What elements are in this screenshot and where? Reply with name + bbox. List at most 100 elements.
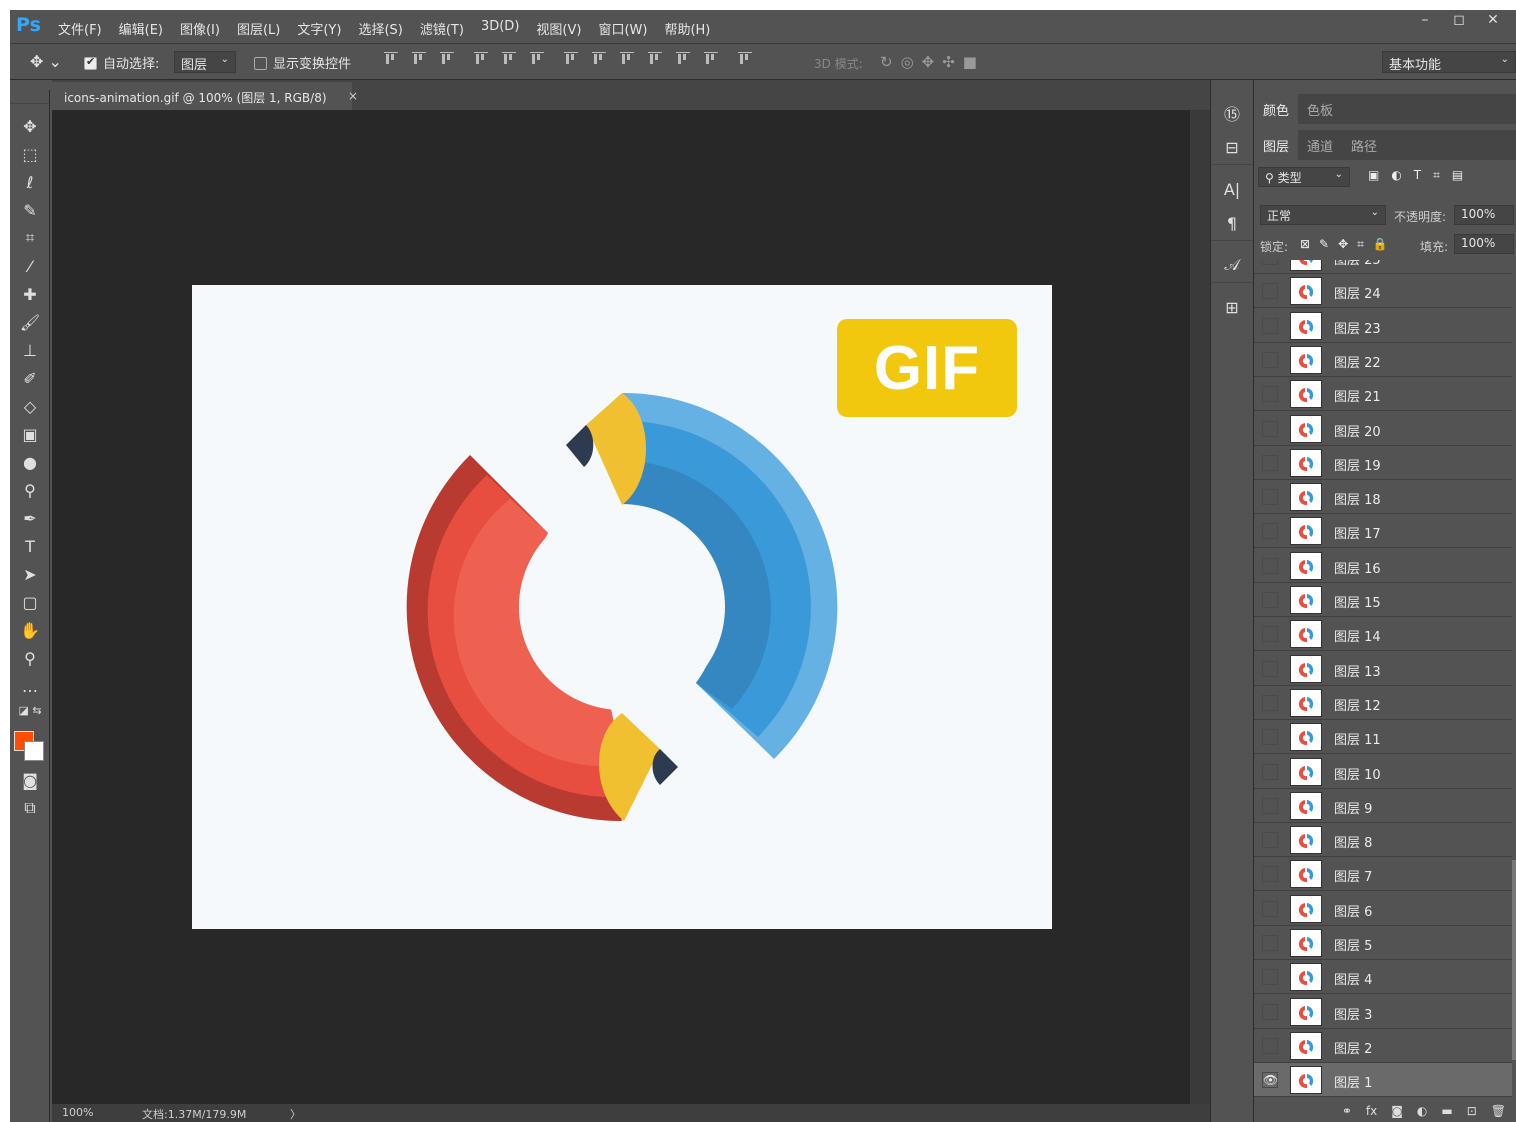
distribute-bottom-icon[interactable]: [620, 52, 634, 66]
visibility-toggle[interactable]: [1262, 866, 1278, 883]
layer-row[interactable]: 图层 4: [1254, 960, 1512, 995]
menu-layer[interactable]: 图层(L): [237, 19, 280, 38]
glyphs-panel-icon[interactable]: 𝒜: [1211, 248, 1253, 282]
character-panel-icon[interactable]: A|: [1211, 172, 1253, 206]
new-group-icon[interactable]: ▬: [1441, 1104, 1452, 1122]
panel-grip[interactable]: [10, 90, 49, 104]
status-menu-arrow[interactable]: 〉: [290, 1106, 301, 1122]
zoom-tool-icon[interactable]: ⚲: [10, 644, 50, 672]
minimize-button[interactable]: –: [1408, 10, 1442, 32]
move-tool-icon[interactable]: ✥: [10, 112, 50, 140]
menu-image[interactable]: 图像(I): [180, 19, 220, 38]
tab-swatches[interactable]: 色板: [1298, 94, 1342, 124]
shape-tool-icon[interactable]: ▢: [10, 588, 50, 616]
crop-tool-icon[interactable]: ⌗: [10, 224, 50, 252]
new-layer-icon[interactable]: ⊡: [1467, 1104, 1477, 1122]
move-tool-preset-icon[interactable]: ✥ ⌄: [30, 52, 62, 71]
quick-mask-icon[interactable]: ◙: [10, 766, 50, 794]
lasso-tool-icon[interactable]: ℓ: [10, 168, 50, 196]
visibility-toggle[interactable]: [1262, 351, 1278, 368]
document-canvas[interactable]: GIF: [192, 285, 1052, 929]
visibility-toggle[interactable]: [1262, 283, 1278, 300]
canvas-area[interactable]: GIF: [52, 110, 1200, 1104]
visibility-toggle[interactable]: [1262, 1003, 1278, 1020]
layer-row[interactable]: 图层 15: [1254, 583, 1512, 617]
type-tool-icon[interactable]: T: [10, 532, 50, 560]
visibility-toggle[interactable]: [1262, 557, 1278, 574]
layer-row[interactable]: 图层 21: [1254, 377, 1512, 412]
brush-tool-icon[interactable]: 🖌: [10, 308, 50, 336]
visibility-toggle[interactable]: [1262, 1037, 1278, 1054]
align-left-icon[interactable]: [474, 52, 488, 66]
layer-row[interactable]: 图层 12: [1254, 685, 1512, 720]
distribute-vcenter-icon[interactable]: [592, 52, 606, 66]
auto-select-checkbox[interactable]: 自动选择:: [84, 53, 159, 72]
align-hcenter-icon[interactable]: [502, 52, 516, 66]
visibility-toggle[interactable]: [1262, 260, 1278, 265]
more-tools-icon[interactable]: …: [10, 672, 50, 700]
adjustment-layer-icon[interactable]: ◐: [1417, 1104, 1427, 1122]
menu-filter[interactable]: 滤镜(T): [420, 19, 464, 38]
layer-row[interactable]: 图层 5: [1254, 926, 1512, 960]
tab-channels[interactable]: 通道: [1298, 130, 1342, 160]
menu-view[interactable]: 视图(V): [536, 19, 581, 38]
visibility-toggle[interactable]: [1262, 729, 1278, 746]
visibility-toggle[interactable]: [1262, 489, 1278, 506]
marquee-tool-icon[interactable]: ⬚: [10, 140, 50, 168]
visibility-toggle[interactable]: [1262, 660, 1278, 677]
menu-file[interactable]: 文件(F): [58, 19, 102, 38]
menu-3d[interactable]: 3D(D): [481, 19, 519, 38]
layer-row[interactable]: 图层 7: [1254, 857, 1512, 892]
document-tab[interactable]: icons-animation.gif @ 100% (图层 1, RGB/8)…: [52, 82, 358, 110]
layer-filter-select[interactable]: ⚲ 类型 ⌄: [1258, 167, 1350, 187]
distribute-right-icon[interactable]: [704, 52, 718, 66]
show-transform-checkbox[interactable]: 显示变换控件: [254, 53, 351, 72]
layer-row[interactable]: 图层 13: [1254, 651, 1512, 686]
clone-stamp-tool-icon[interactable]: ⊥: [10, 336, 50, 364]
layer-row[interactable]: 图层 2: [1254, 1028, 1512, 1063]
healing-brush-tool-icon[interactable]: ✚: [10, 280, 50, 308]
distribute-hcenter-icon[interactable]: [676, 52, 690, 66]
visibility-toggle[interactable]: [1262, 694, 1278, 711]
eraser-tool-icon[interactable]: ◇: [10, 392, 50, 420]
layers-scrollbar[interactable]: [1512, 860, 1516, 1060]
menu-help[interactable]: 帮助(H): [664, 19, 710, 38]
visibility-toggle[interactable]: [1262, 969, 1278, 986]
visibility-toggle[interactable]: [1262, 523, 1278, 540]
history-panel-icon[interactable]: ⑮: [1211, 96, 1253, 130]
menu-window[interactable]: 窗口(W): [598, 19, 647, 38]
screen-mode-icon[interactable]: ⧉: [10, 794, 50, 822]
workspace-switcher[interactable]: 基本功能 ⌄: [1382, 51, 1516, 73]
menu-select[interactable]: 选择(S): [358, 19, 402, 38]
eyedropper-tool-icon[interactable]: ⁄: [10, 252, 50, 280]
layer-row[interactable]: 图层 24: [1254, 274, 1512, 309]
tab-paths[interactable]: 路径: [1342, 130, 1386, 160]
blur-tool-icon[interactable]: ●: [10, 448, 50, 476]
opacity-field[interactable]: 100%: [1454, 205, 1514, 225]
pen-tool-icon[interactable]: ✒: [10, 504, 50, 532]
default-swap-colors-icon[interactable]: ◪ ⇆: [10, 700, 50, 720]
maximize-button[interactable]: ◻: [1442, 10, 1476, 32]
blend-mode-select[interactable]: 正常 ⌄: [1260, 205, 1386, 225]
visibility-toggle[interactable]: [1262, 420, 1278, 437]
fill-field[interactable]: 100%: [1454, 234, 1514, 254]
visibility-toggle[interactable]: [1262, 386, 1278, 403]
eye-icon[interactable]: 👁: [1262, 1072, 1278, 1089]
paragraph-panel-icon[interactable]: ¶: [1211, 206, 1253, 240]
layer-row[interactable]: 图层 17: [1254, 514, 1512, 549]
visibility-toggle[interactable]: [1262, 763, 1278, 780]
layer-row[interactable]: 图层 9: [1254, 788, 1512, 823]
menu-edit[interactable]: 编辑(E): [119, 19, 163, 38]
layer-row[interactable]: 图层 10: [1254, 754, 1512, 789]
layer-row[interactable]: 图层 14: [1254, 617, 1512, 652]
visibility-toggle[interactable]: [1262, 797, 1278, 814]
dodge-tool-icon[interactable]: ⚲: [10, 476, 50, 504]
layer-row[interactable]: 👁 图层 1: [1254, 1063, 1512, 1098]
layer-row[interactable]: 图层 6: [1254, 891, 1512, 926]
align-top-icon[interactable]: [384, 52, 398, 66]
visibility-toggle[interactable]: [1262, 454, 1278, 471]
layer-row[interactable]: 图层 23: [1254, 308, 1512, 343]
tab-color[interactable]: 颜色: [1254, 94, 1299, 124]
zoom-level[interactable]: 100%: [62, 1106, 93, 1119]
link-layers-icon[interactable]: ⚭: [1342, 1104, 1352, 1122]
